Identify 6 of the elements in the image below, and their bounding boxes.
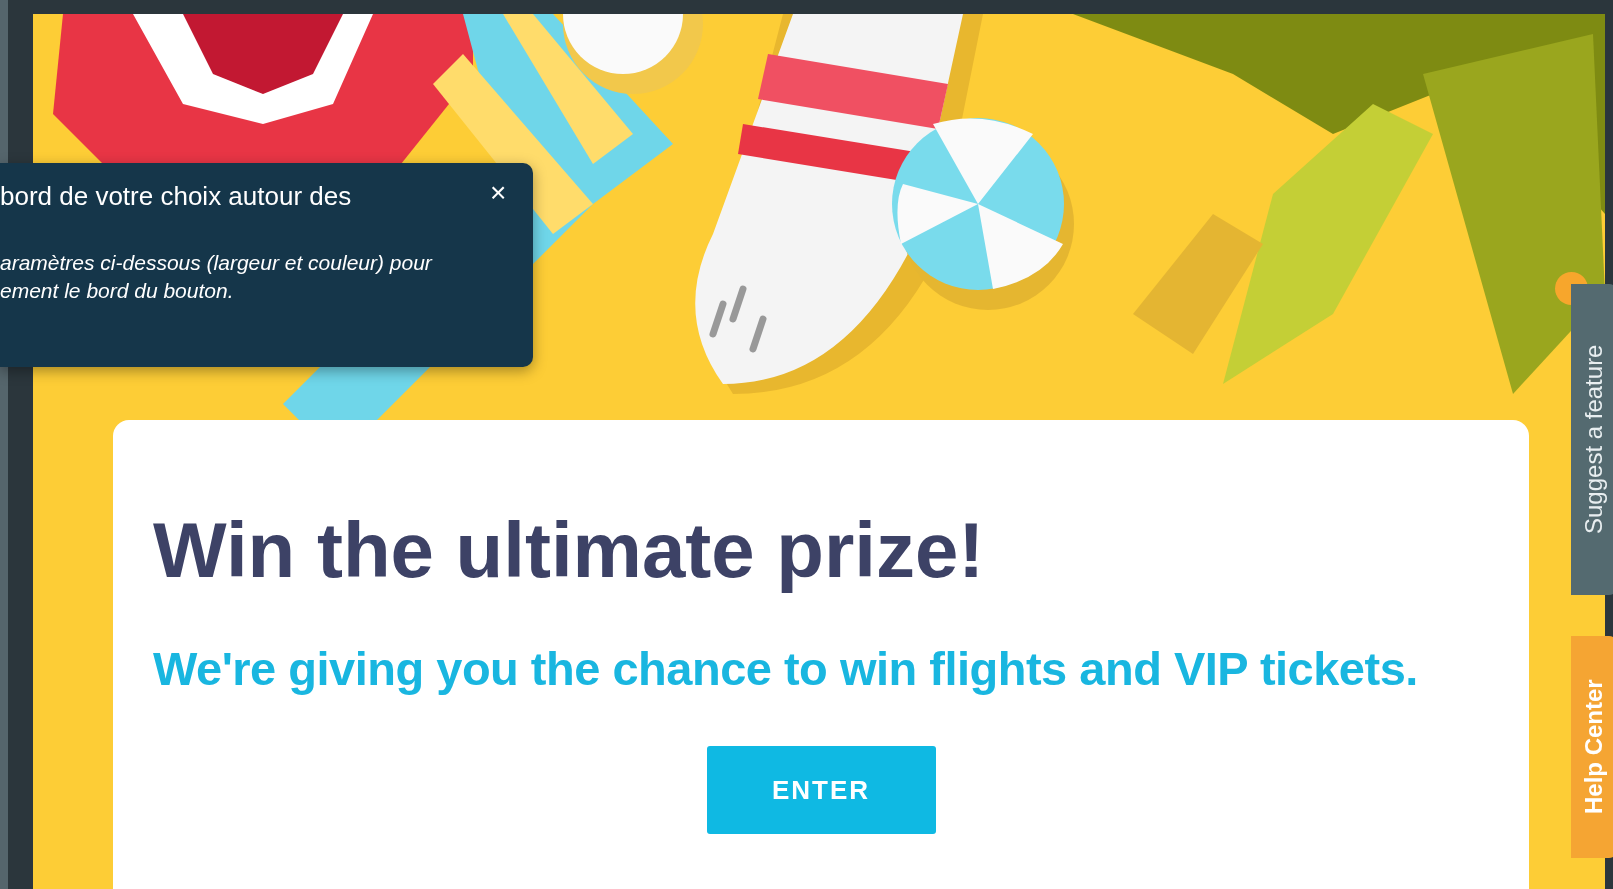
tooltip-title: bord de votre choix autour des [0,180,352,213]
suggest-feature-tab[interactable]: Suggest a feature [1571,284,1613,595]
close-button[interactable]: × [486,179,511,207]
heading: Win the ultimate prize! [153,508,986,594]
subheading: We're giving you the chance to win flights and VIP tickets. [153,640,1419,697]
tooltip-text: aramètres ci-dessous (largeur et couleur) pour ement le bord du bouton. [0,250,432,304]
